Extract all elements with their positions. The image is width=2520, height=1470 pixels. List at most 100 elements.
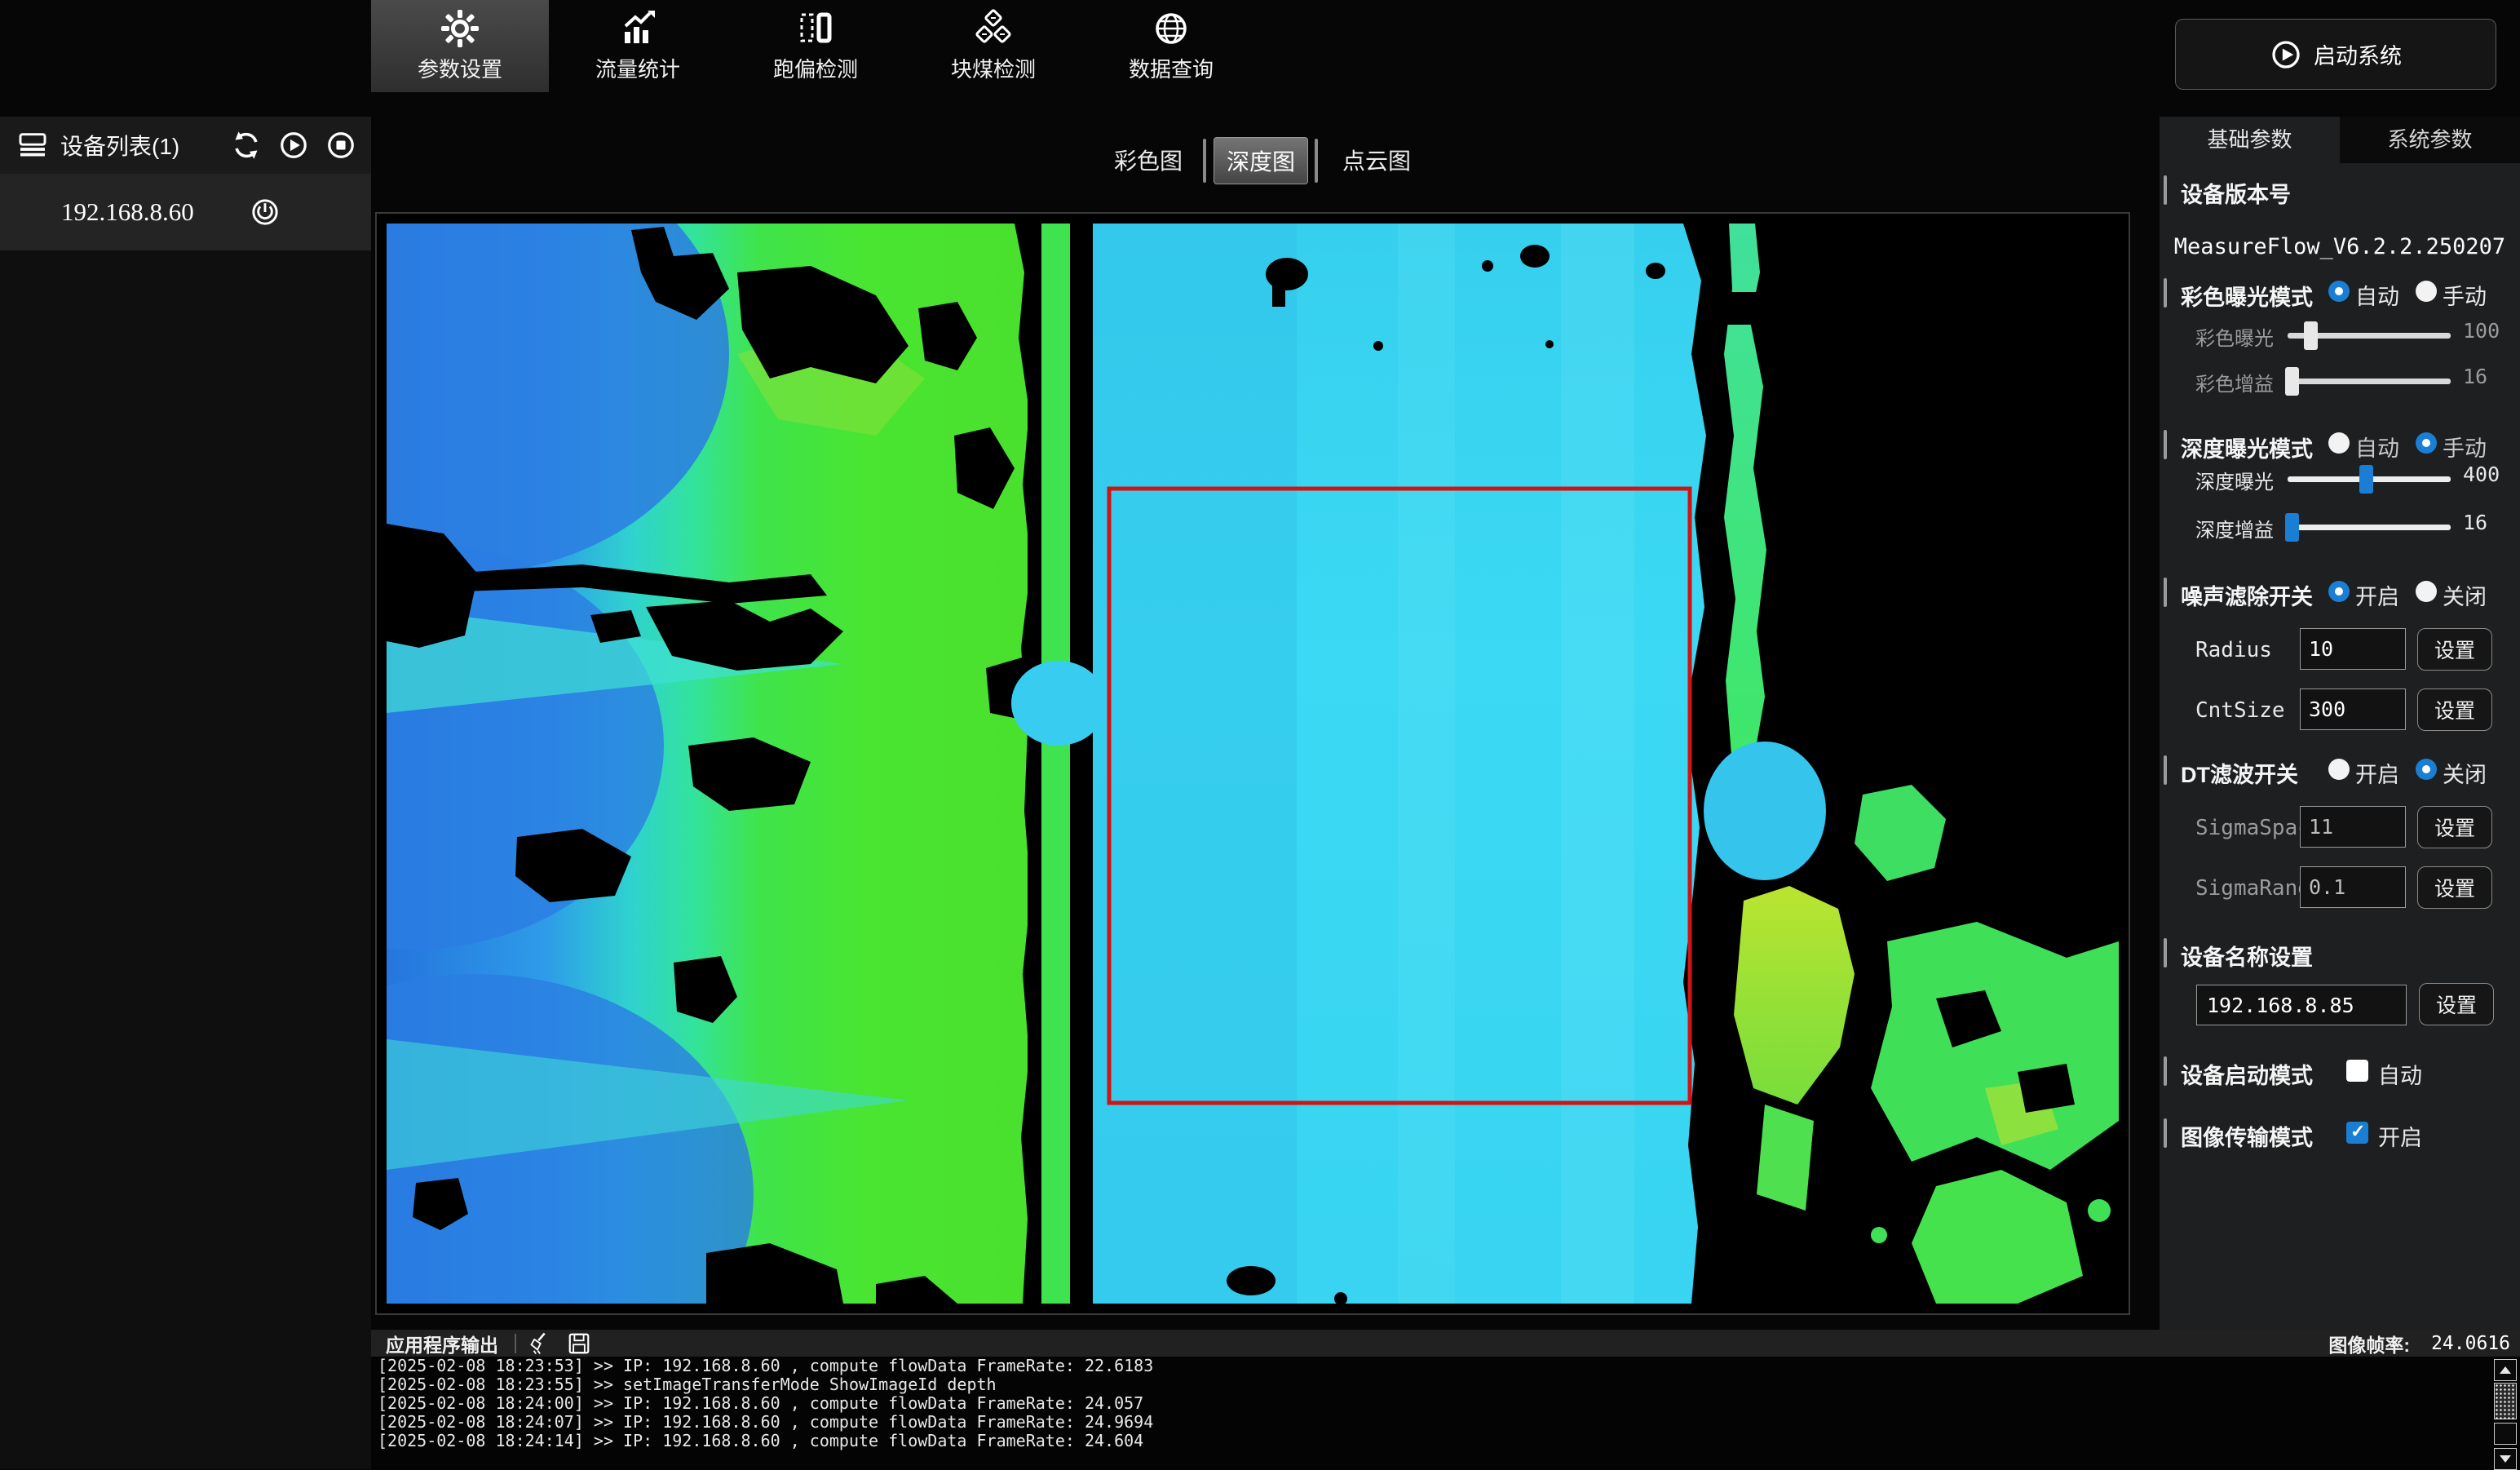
device-version-label: 设备版本号 <box>2181 177 2291 209</box>
save-log-icon[interactable] <box>567 1331 591 1356</box>
color-exposure-handle[interactable] <box>2304 321 2318 350</box>
tab-system-params[interactable]: 系统参数 <box>2340 117 2520 163</box>
dt-filter-on-radio[interactable] <box>2328 759 2350 780</box>
color-gain-handle[interactable] <box>2285 367 2299 396</box>
noise-filter-label: 噪声滤除开关 <box>2181 579 2313 611</box>
depth-gain-slider-row: 深度增益 16 <box>2160 514 2520 542</box>
radius-label: Radius <box>2195 638 2272 662</box>
refresh-icon[interactable] <box>231 130 262 161</box>
depth-exposure-auto-label[interactable]: 自动 <box>2355 431 2399 463</box>
sigmarange-input[interactable] <box>2300 866 2406 908</box>
start-system-label: 启动系统 <box>2314 38 2402 70</box>
frame-rate-label: 图像帧率: <box>2328 1330 2410 1357</box>
device-ip: 192.168.8.60 <box>61 197 194 227</box>
toolbar-item-data-query[interactable]: 数据查询 <box>1082 0 1260 92</box>
depth-exposure-label: 深度曝光 <box>2195 466 2290 494</box>
app-output-title: 应用程序输出 <box>386 1330 498 1357</box>
noise-filter-off-radio[interactable] <box>2416 581 2437 602</box>
sigmaspace-set-button[interactable]: 设置 <box>2417 806 2492 848</box>
transfer-mode-option-label[interactable]: 开启 <box>2378 1120 2422 1152</box>
dt-filter-label: DT滤波开关 <box>2181 757 2298 789</box>
transfer-mode-checkbox[interactable] <box>2346 1122 2368 1144</box>
toolbar-item-coal-detect[interactable]: 块煤检测 <box>904 0 1082 92</box>
device-name-section-label: 设备名称设置 <box>2181 940 2313 972</box>
toolbar-item-label: 跑偏检测 <box>773 53 858 83</box>
dt-filter-on-label[interactable]: 开启 <box>2355 757 2399 789</box>
divider <box>515 1334 516 1353</box>
noise-filter-on-radio[interactable] <box>2328 581 2350 602</box>
flow-stats-icon <box>618 9 657 48</box>
section-accent <box>2164 938 2167 967</box>
dt-filter-off-label[interactable]: 关闭 <box>2443 757 2487 789</box>
power-icon[interactable] <box>249 196 281 228</box>
log-scrollbar[interactable] <box>2494 1359 2518 1470</box>
depth-exposure-slider[interactable] <box>2288 476 2451 482</box>
depth-exposure-manual-radio[interactable] <box>2416 432 2437 454</box>
scrollbar-thumb[interactable] <box>2494 1383 2517 1419</box>
depth-exposure-auto-radio[interactable] <box>2328 432 2350 454</box>
toolbar-item-label: 数据查询 <box>1129 53 1214 83</box>
depth-gain-handle[interactable] <box>2285 513 2299 542</box>
color-exposure-slider-row: 彩色曝光 100 <box>2160 322 2520 350</box>
noise-filter-on-label[interactable]: 开启 <box>2355 579 2399 611</box>
start-mode-checkbox[interactable] <box>2346 1060 2368 1082</box>
clear-log-icon[interactable] <box>529 1331 554 1356</box>
transfer-mode-label: 图像传输模式 <box>2181 1120 2313 1152</box>
cntsize-set-button[interactable]: 设置 <box>2417 689 2492 731</box>
depth-image-viewport[interactable] <box>375 212 2130 1315</box>
section-accent <box>2164 1056 2167 1086</box>
color-exposure-auto-label[interactable]: 自动 <box>2355 279 2399 311</box>
toolbar-item-flow-stats[interactable]: 流量统计 <box>549 0 727 92</box>
color-exposure-auto-radio[interactable] <box>2328 281 2350 302</box>
start-system-button[interactable]: 启动系统 <box>2175 19 2496 90</box>
start-mode-option-label[interactable]: 自动 <box>2378 1058 2422 1090</box>
tab-point-cloud[interactable]: 点云图 <box>1328 140 1426 183</box>
sigmarange-field-row: SigmaRange 设置 <box>2160 866 2520 911</box>
device-sidebar <box>0 117 371 1469</box>
tab-basic-params[interactable]: 基础参数 <box>2160 117 2340 163</box>
color-gain-slider[interactable] <box>2288 379 2451 384</box>
color-exposure-slider[interactable] <box>2288 333 2451 339</box>
color-gain-label: 彩色增益 <box>2195 368 2290 396</box>
device-name-set-button[interactable]: 设置 <box>2419 983 2494 1025</box>
depth-exposure-manual-label[interactable]: 手动 <box>2443 431 2487 463</box>
play-circle-icon <box>2270 38 2302 71</box>
scroll-down-button[interactable] <box>2494 1448 2517 1470</box>
tab-color-image[interactable]: 彩色图 <box>1099 140 1197 183</box>
section-accent <box>2164 278 2167 308</box>
log-line: [2025-02-08 18:24:07] >> IP: 192.168.8.6… <box>371 1413 2520 1432</box>
toolbar-item-parameter-settings[interactable]: 参数设置 <box>371 0 549 92</box>
play-all-icon[interactable] <box>278 130 309 161</box>
depth-exposure-slider-row: 深度曝光 400 <box>2160 466 2520 494</box>
down-arrow-icon <box>2500 1455 2511 1463</box>
sigmaspace-input[interactable] <box>2300 806 2406 848</box>
up-arrow-icon <box>2500 1366 2511 1374</box>
dt-filter-off-radio[interactable] <box>2416 759 2437 780</box>
application-log[interactable]: [2025-02-08 18:23:53] >> IP: 192.168.8.6… <box>371 1357 2520 1469</box>
sigmarange-set-button[interactable]: 设置 <box>2417 866 2492 909</box>
toolbar-item-deviation-detect[interactable]: 跑偏检测 <box>727 0 904 92</box>
color-exposure-manual-radio[interactable] <box>2416 281 2437 302</box>
device-row[interactable]: 192.168.8.60 <box>0 174 371 250</box>
depth-gain-value: 16 <box>2463 511 2487 534</box>
stop-all-icon[interactable] <box>325 130 356 161</box>
radius-set-button[interactable]: 设置 <box>2417 628 2492 671</box>
radius-input[interactable] <box>2300 628 2406 670</box>
scroll-up-button[interactable] <box>2494 1359 2517 1381</box>
depth-exposure-handle[interactable] <box>2359 465 2373 494</box>
depth-exposure-mode-label: 深度曝光模式 <box>2181 432 2313 463</box>
start-mode-label: 设备启动模式 <box>2181 1058 2313 1090</box>
device-name-input[interactable] <box>2196 985 2407 1025</box>
device-list-title: 设备列表(1) <box>60 129 179 162</box>
scrollbar-track-button[interactable] <box>2494 1423 2517 1445</box>
depth-gain-slider[interactable] <box>2288 525 2451 530</box>
noise-filter-off-label[interactable]: 关闭 <box>2443 579 2487 611</box>
device-list-icon <box>16 129 49 162</box>
log-line: [2025-02-08 18:24:00] >> IP: 192.168.8.6… <box>371 1394 2520 1413</box>
color-exposure-manual-label[interactable]: 手动 <box>2443 279 2487 311</box>
tab-depth-image[interactable]: 深度图 <box>1214 137 1308 184</box>
sigmaspace-field-row: SigmaSpace 设置 <box>2160 806 2520 851</box>
cntsize-input[interactable] <box>2300 689 2406 730</box>
section-accent <box>2164 175 2167 205</box>
log-line: [2025-02-08 18:23:53] >> IP: 192.168.8.6… <box>371 1357 2520 1375</box>
